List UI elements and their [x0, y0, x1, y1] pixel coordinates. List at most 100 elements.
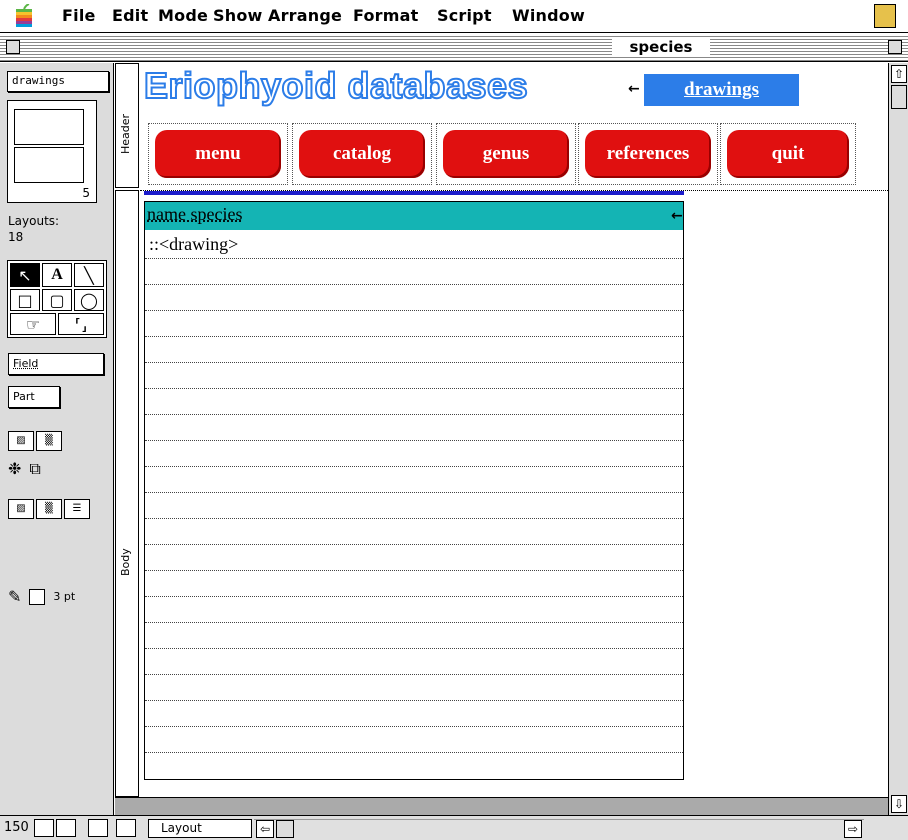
window-title: species: [612, 37, 710, 57]
paint-bucket-icon[interactable]: ❉: [8, 459, 21, 479]
zoom-level[interactable]: 150: [4, 820, 29, 835]
menu-arrange[interactable]: Arrange: [268, 6, 342, 25]
window-title-bar[interactable]: species: [0, 34, 908, 62]
layouts-label: Layouts:: [8, 214, 60, 228]
pen-pattern-icon[interactable]: ▒: [36, 499, 62, 519]
menu-file[interactable]: File: [62, 6, 96, 25]
portal-tool-icon[interactable]: ⸢⸥: [58, 313, 104, 335]
scroll-up-icon[interactable]: ⇧: [891, 65, 907, 83]
catalog-button[interactable]: catalog: [292, 123, 432, 185]
blue-divider-line[interactable]: [144, 191, 684, 195]
status-area-icon[interactable]: [88, 819, 108, 837]
portal-row-rule: [145, 674, 683, 675]
pointer-tool-icon[interactable]: ↖: [10, 263, 40, 287]
zoom-out-icon[interactable]: [34, 819, 54, 837]
field-tool-button[interactable]: Field: [8, 353, 104, 375]
fill-controls: ▨ ▒: [8, 431, 62, 451]
database-title[interactable]: Eriophyoid databases: [143, 64, 529, 107]
portal-row-rule: [145, 466, 683, 467]
application-icon[interactable]: [874, 4, 896, 28]
references-button[interactable]: references: [578, 123, 718, 185]
references-button-label: references: [585, 130, 711, 178]
left-arrow-marker-icon: ←: [628, 81, 640, 97]
oval-tool-icon[interactable]: ◯: [74, 289, 104, 311]
zoom-in-icon[interactable]: [56, 819, 76, 837]
tool-palette: ↖ A ╲ □ ▢ ◯ ☞ ⸢⸥: [7, 260, 107, 338]
field-arrow-marker-icon: ←: [671, 208, 683, 224]
vertical-scrollbar[interactable]: ⇧ ⇩: [888, 63, 908, 815]
line-tool-icon[interactable]: ╲: [74, 263, 104, 287]
genus-button-label: genus: [443, 130, 569, 178]
button-tool-icon[interactable]: ☞: [10, 313, 56, 335]
book-page-icon: [14, 147, 84, 183]
layout-popup[interactable]: drawings: [7, 71, 109, 92]
portal-row-rule: [145, 310, 683, 311]
layout-canvas[interactable]: Eriophyoid databases ← drawings menu cat…: [140, 63, 890, 797]
menu-edit[interactable]: Edit: [112, 6, 148, 25]
portal-row-rule: [145, 388, 683, 389]
rounded-rect-tool-icon[interactable]: ▢: [42, 289, 72, 311]
portal-row-rule: [145, 336, 683, 337]
menu-window[interactable]: Window: [512, 6, 585, 25]
close-box-icon[interactable]: [6, 40, 20, 54]
canvas-bottom-area: [115, 797, 888, 815]
portal-row-rule: [145, 362, 683, 363]
layout-book-icon[interactable]: 5: [7, 100, 97, 203]
portal-row-rule: [145, 752, 683, 753]
portal-row-rule: [145, 518, 683, 519]
pen-sample-box: [29, 588, 46, 605]
fill-sample-icon[interactable]: ⧉: [29, 459, 40, 479]
horizontal-scrollbar[interactable]: ⇦ ⇨: [254, 819, 864, 838]
body-part-label: Body: [119, 548, 132, 576]
header-part-label: Header: [119, 113, 132, 154]
menu-format[interactable]: Format: [353, 6, 418, 25]
text-tool-icon[interactable]: A: [42, 263, 72, 287]
navigation-buttons: menu catalog genus references quit: [148, 123, 856, 188]
zoom-box-icon[interactable]: [888, 40, 902, 54]
portal-row-rule: [145, 726, 683, 727]
portal-row-rule: [145, 284, 683, 285]
line-width-label: 3 pt: [53, 590, 76, 603]
pen-icon: ✎: [8, 587, 22, 606]
status-bar: 150 Layout ⇦ ⇨: [0, 815, 908, 840]
mode-icon[interactable]: [116, 819, 136, 837]
body-part-tab[interactable]: Body: [115, 190, 139, 797]
pen-controls: ▨ ▒ ☰: [8, 499, 90, 519]
genus-button[interactable]: genus: [436, 123, 576, 185]
scroll-left-icon[interactable]: ⇦: [256, 820, 274, 838]
fill-pattern-icon[interactable]: ▒: [36, 431, 62, 451]
drawings-tag[interactable]: drawings: [644, 74, 799, 106]
portal-frame[interactable]: name species ← ::<drawing>: [144, 201, 684, 780]
scroll-thumb[interactable]: [891, 85, 907, 109]
mode-popup[interactable]: Layout: [148, 819, 252, 838]
species-name-field[interactable]: name species: [145, 202, 683, 230]
layouts-count-label: Layouts: 18: [8, 213, 59, 245]
drawing-field[interactable]: ::<drawing>: [149, 234, 238, 255]
scroll-right-icon[interactable]: ⇨: [844, 820, 862, 838]
rectangle-tool-icon[interactable]: □: [10, 289, 40, 311]
pen-width-row: ✎ 3 pt: [8, 587, 75, 606]
tool-panel: drawings 5 Layouts: 18 ↖ A ╲ □ ▢ ◯ ☞ ⸢⸥ …: [0, 63, 114, 815]
quit-button-label: quit: [727, 130, 849, 178]
menu-button[interactable]: menu: [148, 123, 288, 185]
portal-row-rule: [145, 570, 683, 571]
quit-button[interactable]: quit: [720, 123, 856, 185]
menu-script[interactable]: Script: [437, 6, 492, 25]
menu-mode[interactable]: Mode: [158, 6, 208, 25]
portal-row-rule: [145, 492, 683, 493]
apple-menu-icon[interactable]: [14, 4, 34, 28]
menu-button-label: menu: [155, 130, 281, 178]
fill-color-icon[interactable]: ▨: [8, 431, 34, 451]
menu-show[interactable]: Show: [213, 6, 263, 25]
part-tool-button[interactable]: Part: [8, 386, 60, 408]
portal-row-rule: [145, 648, 683, 649]
layout-number: 5: [82, 186, 90, 200]
scroll-down-icon[interactable]: ⇩: [891, 795, 907, 813]
header-part-tab[interactable]: Header: [115, 63, 139, 188]
portal-row-rule: [145, 414, 683, 415]
portal-row-rule: [145, 544, 683, 545]
horizontal-scroll-thumb[interactable]: [276, 820, 294, 838]
pen-color-icon[interactable]: ▨: [8, 499, 34, 519]
line-width-icon[interactable]: ☰: [64, 499, 90, 519]
portal-row-rule: [145, 440, 683, 441]
